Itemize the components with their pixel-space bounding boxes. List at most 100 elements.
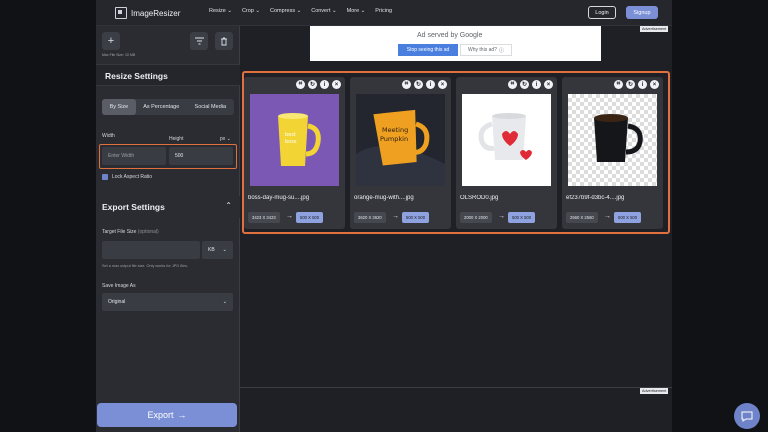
tab-by-size[interactable]: By Size	[102, 99, 136, 115]
app-frame: ImageResizer Resize ⌄ Crop ⌄ Compress ⌄ …	[96, 0, 672, 432]
chat-icon	[741, 411, 753, 422]
image-card[interactable]: ⌗ ↻ i × Meeting Pumpkin orange-mug-with.…	[350, 77, 451, 229]
target-size-label: Target File Size (optional)	[102, 229, 159, 235]
new-dimensions: 500 X 500	[614, 212, 642, 223]
arrow-right-icon: →	[604, 213, 611, 220]
image-card[interactable]: ⌗ ↻ i × best boss boss-day-mug-su....jpg…	[244, 77, 345, 229]
why-this-ad-button[interactable]: Why this ad? ⓘ	[460, 44, 512, 56]
ad-label-bottom: Advertisement	[640, 388, 669, 394]
export-settings-title: Export Settings	[102, 202, 165, 212]
original-dimensions: 3620 X 3620	[354, 212, 386, 223]
info-icon[interactable]: i	[426, 80, 435, 89]
card-tools: ⌗ ↻ i ×	[296, 80, 341, 89]
close-icon[interactable]: ×	[332, 80, 341, 89]
ad-served-by: Ad served by Google	[417, 32, 483, 39]
image-thumbnail	[568, 94, 657, 186]
app-name: ImageResizer	[131, 8, 181, 18]
crop-icon[interactable]: ⌗	[508, 80, 517, 89]
nav-more[interactable]: More ⌄	[347, 8, 366, 14]
crop-icon[interactable]: ⌗	[614, 80, 623, 89]
image-thumbnail: Meeting Pumpkin	[356, 94, 445, 186]
svg-text:best: best	[285, 132, 296, 138]
logo[interactable]: ImageResizer	[115, 6, 180, 20]
svg-text:Pumpkin: Pumpkin	[380, 135, 408, 143]
height-label: Height	[169, 136, 184, 142]
chevron-up-icon: ⌃	[225, 201, 232, 210]
file-name: ef237b9f-d3bc-4....jpg	[566, 195, 625, 201]
mug-thumbnail-black	[594, 114, 643, 162]
unit-select[interactable]: px ⌄	[220, 136, 231, 142]
export-button[interactable]: Export →	[97, 403, 237, 427]
rotate-icon[interactable]: ↻	[626, 80, 635, 89]
chevron-down-icon: ⌄	[222, 247, 227, 253]
crop-icon[interactable]: ⌗	[296, 80, 305, 89]
close-icon[interactable]: ×	[438, 80, 447, 89]
mug-thumbnail-orange: Meeting Pumpkin	[356, 94, 445, 186]
nav-compress[interactable]: Compress ⌄	[270, 8, 301, 14]
new-dimensions: 500 X 500	[508, 212, 536, 223]
file-name: boss-day-mug-su....jpg	[248, 195, 310, 201]
original-dimensions: 2000 X 2000	[460, 212, 492, 223]
login-button[interactable]: Login	[588, 6, 616, 19]
chevron-down-icon: ⌄	[222, 299, 227, 305]
signup-button[interactable]: Signup	[626, 6, 658, 19]
ad-banner[interactable]: Ad served by Google Stop seeing this ad …	[310, 26, 601, 61]
arrow-right-icon: →	[286, 213, 293, 220]
filter-button[interactable]	[190, 32, 208, 50]
nav-links: Resize ⌄ Crop ⌄ Compress ⌄ Convert ⌄ Mor…	[209, 8, 392, 14]
ad-label-top: Advertisement	[640, 26, 669, 32]
info-icon[interactable]: i	[638, 80, 647, 89]
arrow-right-icon: →	[498, 213, 505, 220]
export-label: Export	[147, 410, 174, 420]
height-input[interactable]: 500	[169, 147, 233, 165]
resize-mode-tabs: By Size As Percentage Social Media	[102, 99, 234, 115]
mug-thumbnail-white	[462, 94, 551, 186]
image-card[interactable]: ⌗ ↻ i × ef237b9f-d3bc-4....jpg 2560 X 25…	[562, 77, 663, 229]
delete-all-button[interactable]	[215, 32, 233, 50]
logo-icon	[115, 7, 127, 19]
save-as-select[interactable]: Original ⌄	[102, 293, 233, 311]
image-thumbnail	[462, 94, 551, 186]
sidebar: + Max File Size: 10 MB Resize Settings B…	[96, 26, 240, 432]
chat-button[interactable]	[734, 403, 760, 429]
max-file-size: Max File Size: 10 MB	[102, 53, 136, 57]
new-dimensions: 500 X 500	[296, 212, 324, 223]
mug-thumbnail-yellow: best boss	[250, 94, 339, 186]
target-size-input[interactable]	[102, 241, 200, 259]
card-tools: ⌗ ↻ i ×	[614, 80, 659, 89]
image-thumbnail: best boss	[250, 94, 339, 186]
image-card[interactable]: ⌗ ↻ i × OLSROD0.jpg 2000 X 2000 → 500 X …	[456, 77, 557, 229]
save-as-label: Save Image As	[102, 283, 136, 289]
resize-settings-header: Resize Settings	[96, 64, 240, 86]
nav-convert[interactable]: Convert ⌄	[311, 8, 336, 14]
width-label: Width	[102, 133, 115, 139]
rotate-icon[interactable]: ↻	[520, 80, 529, 89]
resize-settings-title: Resize Settings	[105, 71, 168, 81]
nav-crop[interactable]: Crop ⌄	[242, 8, 260, 14]
crop-icon[interactable]: ⌗	[402, 80, 411, 89]
close-icon[interactable]: ×	[650, 80, 659, 89]
info-icon: ⓘ	[498, 47, 504, 54]
rotate-icon[interactable]: ↻	[414, 80, 423, 89]
close-icon[interactable]: ×	[544, 80, 553, 89]
width-input[interactable]: Enter Width	[102, 147, 166, 165]
tab-as-percentage[interactable]: As Percentage	[136, 99, 187, 115]
stop-seeing-ad-button[interactable]: Stop seeing this ad	[398, 44, 458, 56]
target-unit-select[interactable]: KB ⌄	[202, 241, 233, 259]
info-icon[interactable]: i	[532, 80, 541, 89]
file-name: OLSROD0.jpg	[460, 195, 499, 201]
original-dimensions: 2560 X 2560	[566, 212, 598, 223]
svg-text:Meeting: Meeting	[382, 126, 408, 134]
bottom-ad-divider	[240, 387, 672, 388]
plus-icon: +	[107, 35, 115, 47]
export-settings-header[interactable]: Export Settings ⌃	[96, 196, 240, 218]
nav-resize[interactable]: Resize ⌄	[209, 8, 232, 14]
svg-text:boss: boss	[285, 139, 297, 145]
arrow-right-icon: →	[392, 213, 399, 220]
nav-pricing[interactable]: Pricing	[375, 8, 392, 14]
rotate-icon[interactable]: ↻	[308, 80, 317, 89]
lock-aspect-checkbox[interactable]	[102, 174, 108, 180]
info-icon[interactable]: i	[320, 80, 329, 89]
tab-social-media[interactable]: Social Media	[187, 99, 234, 115]
add-image-button[interactable]: +	[102, 32, 120, 50]
